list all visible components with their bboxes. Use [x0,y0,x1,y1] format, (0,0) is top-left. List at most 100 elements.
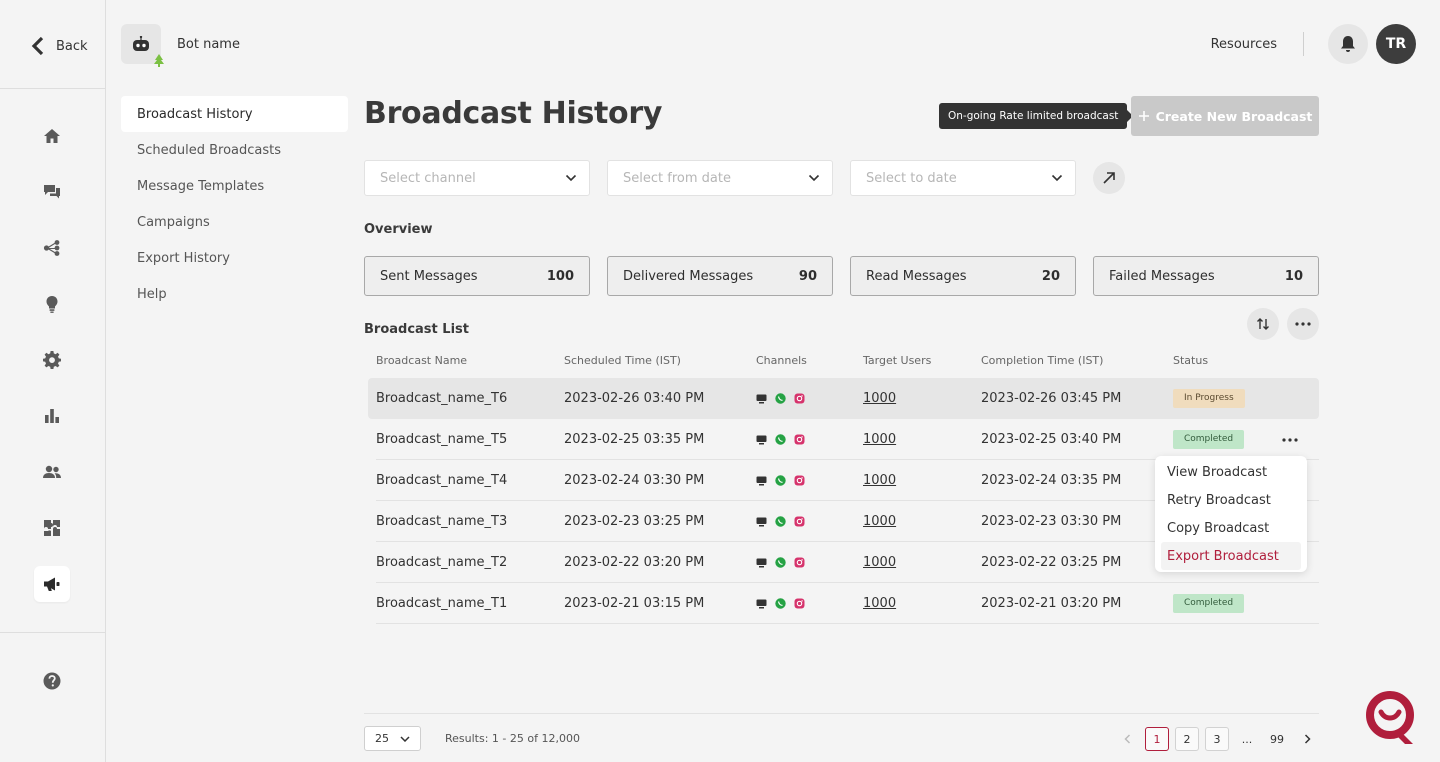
whatsapp-icon [775,557,786,568]
sort-button[interactable] [1247,308,1279,340]
subnav-item-scheduled-broadcasts[interactable]: Scheduled Broadcasts [121,132,348,168]
chat-icon[interactable] [34,174,70,210]
channel-select-placeholder: Select channel [380,170,476,186]
scheduled-time: 2023-02-24 03:30 PM [564,473,705,488]
channels-cell [756,501,805,542]
status-cell: Completed [1173,419,1245,460]
integrations-icon[interactable] [34,510,70,546]
column-status: Status [1173,354,1209,367]
status-badge: Completed [1173,594,1245,613]
completion-time: 2023-02-21 03:20 PM [981,596,1122,611]
subnav-item-broadcast-history[interactable]: Broadcast History [121,96,348,132]
subnav-item-export-history[interactable]: Export History [121,240,348,276]
web-channel-icon [756,394,767,403]
plus-icon [1138,111,1149,121]
completion-time: 2023-02-24 03:35 PM [981,473,1122,488]
page-title: Broadcast History [364,96,663,131]
from-date-placeholder: Select from date [623,170,731,186]
stat-value: 100 [546,268,574,284]
stat-label: Delivered Messages [623,268,754,284]
broadcast-name: Broadcast_name_T5 [376,432,508,447]
bulb-icon[interactable] [34,286,70,322]
scheduled-time: 2023-02-21 03:15 PM [564,596,705,611]
resources-link[interactable]: Resources [1211,37,1277,52]
status-cell: In Progress [1173,378,1245,419]
instagram-icon [794,434,805,445]
export-button[interactable] [1093,162,1125,194]
table-row[interactable]: Broadcast_name_T5 2023-02-25 03:35 PM 1000… [376,419,1319,460]
menu-item-retry-broadcast[interactable]: Retry Broadcast [1161,486,1301,514]
bot-avatar[interactable] [121,24,164,67]
menu-item-export-broadcast[interactable]: Export Broadcast [1161,542,1301,570]
notifications-button[interactable] [1328,24,1368,64]
stat-value: 90 [798,268,817,284]
status-cell: Completed [1173,583,1245,624]
left-rail: Back [0,0,106,762]
list-tools [1247,308,1319,340]
chat-widget-logo[interactable] [1365,690,1417,746]
stat-value: 10 [1284,268,1303,284]
to-date-select[interactable]: Select to date [850,160,1076,196]
stat-label: Read Messages [866,268,967,284]
target-users-link[interactable]: 1000 [863,542,896,583]
broadcast-name: Broadcast_name_T4 [376,473,508,488]
target-users-link[interactable]: 1000 [863,583,896,624]
page-link[interactable]: 2 [1175,727,1199,751]
list-more-button[interactable] [1287,308,1319,340]
per-page-select[interactable]: 25 [364,726,421,751]
row-more-button[interactable] [1282,419,1298,460]
create-broadcast-button[interactable]: Create New Broadcast [1131,96,1319,136]
next-page-button[interactable] [1295,727,1319,751]
users-icon[interactable] [34,454,70,490]
table-row[interactable]: Broadcast_name_T1 2023-02-21 03:15 PM 1000… [376,583,1319,624]
channels-cell [756,460,805,501]
web-channel-icon [756,517,767,526]
web-channel-icon [756,558,767,567]
rate-limit-tooltip: On-going Rate limited broadcast [939,103,1134,129]
back-button[interactable]: Back [28,36,88,56]
help-icon[interactable] [34,663,70,699]
target-users-link[interactable]: 1000 [863,378,896,419]
row-action-menu: View Broadcast Retry Broadcast Copy Broa… [1155,456,1307,572]
menu-item-copy-broadcast[interactable]: Copy Broadcast [1161,514,1301,542]
bot-header: Bot name [121,24,240,67]
broadcast-icon[interactable] [34,566,70,602]
home-icon[interactable] [34,118,70,154]
stat-read: Read Messages 20 [850,256,1076,296]
channel-select[interactable]: Select channel [364,160,590,196]
page-link[interactable]: 99 [1265,727,1289,751]
target-users-link[interactable]: 1000 [863,419,896,460]
overview-title: Overview [364,222,433,237]
broadcast-name: Broadcast_name_T6 [376,391,508,406]
broadcast-name: Broadcast_name_T1 [376,596,508,611]
column-broadcast-name: Broadcast Name [376,354,468,367]
target-users-link[interactable]: 1000 [863,460,896,501]
from-date-select[interactable]: Select from date [607,160,833,196]
menu-item-view-broadcast[interactable]: View Broadcast [1161,458,1301,486]
target-users-link[interactable]: 1000 [863,501,896,542]
rail-divider [0,88,105,89]
subnav-item-message-templates[interactable]: Message Templates [121,168,348,204]
more-horizontal-icon [1295,322,1311,326]
table-row[interactable]: Broadcast_name_T6 2023-02-26 03:40 PM 1000… [368,378,1319,419]
stat-label: Sent Messages [380,268,478,284]
column-scheduled-time: Scheduled Time (IST) [564,354,681,367]
user-avatar[interactable]: TR [1376,24,1416,64]
settings-icon[interactable] [34,342,70,378]
page-link[interactable]: 1 [1145,727,1169,751]
instagram-icon [794,598,805,609]
instagram-icon [794,516,805,527]
prev-page-button[interactable] [1115,727,1139,751]
bot-name: Bot name [177,36,240,52]
bot-icon [133,36,149,51]
analytics-icon[interactable] [34,398,70,434]
channels-cell [756,583,805,624]
sort-icon [1257,318,1269,330]
chevron-left-icon [1123,734,1130,744]
subnav-item-help[interactable]: Help [121,276,348,312]
page-link[interactable]: 3 [1205,727,1229,751]
subnav-item-campaigns[interactable]: Campaigns [121,204,348,240]
stat-delivered: Delivered Messages 90 [607,256,833,296]
flow-icon[interactable] [34,230,70,266]
completion-time: 2023-02-23 03:30 PM [981,514,1122,529]
